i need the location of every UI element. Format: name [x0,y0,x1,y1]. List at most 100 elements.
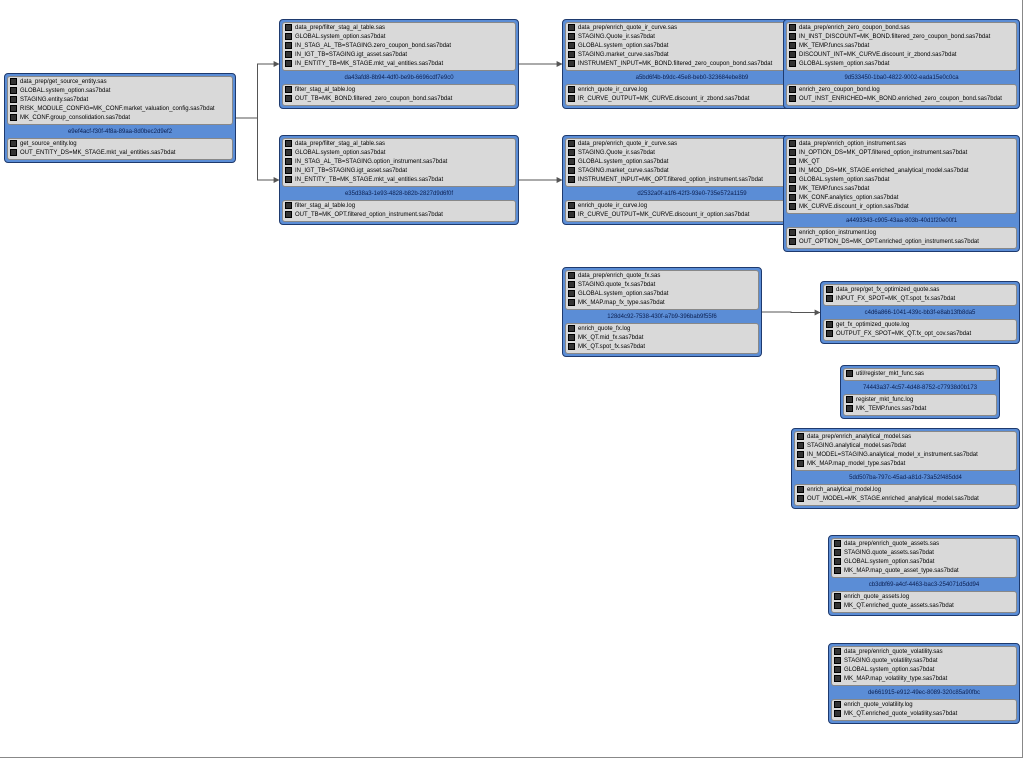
output-row: enrich_quote_volatility.log [834,701,1014,710]
bullet-icon [285,24,292,31]
bullet-icon [10,87,17,94]
pipeline-node[interactable]: data_prep/enrich_quote_volatility.sasSTA… [828,643,1020,724]
node-outputs: enrich_quote_volatility.logMK_QT.enriche… [831,699,1017,721]
bullet-icon [789,86,796,93]
bullet-icon [846,396,853,403]
bullet-icon [846,405,853,412]
pipeline-node[interactable]: data_prep/get_source_entity.sasGLOBAL.sy… [4,73,236,163]
input-row: IN_IGT_TB=STAGING.igt_asset.sas7bdat [285,167,513,176]
bullet-icon [285,149,292,156]
bullet-icon [789,194,796,201]
bullet-icon [834,675,841,682]
node-inputs: data_prep/enrich_analytical_model.sasSTA… [794,431,1017,471]
bullet-icon [834,602,841,609]
pipeline-node[interactable]: data_prep/enrich_analytical_model.sasSTA… [791,428,1020,509]
bullet-icon [789,24,796,31]
input-row: GLOBAL.system_option.sas7bdat [568,290,756,299]
bullet-icon [789,167,796,174]
input-row: MK_CURVE.discount_ir_option.sas7bdat [789,203,1014,212]
bullet-icon [789,176,796,183]
input-row: STAGING.quote_volatility.sas7bdat [834,657,1014,666]
bullet-icon [568,86,575,93]
bullet-icon [789,42,796,49]
input-row: INPUT_FX_SPOT=MK_QT.spot_fx.sas7bdat [826,295,1014,304]
bullet-icon [789,51,796,58]
bullet-icon [789,33,796,40]
input-row: MK_MAP.map_volatility_type.sas7bdat [834,675,1014,684]
bullet-icon [285,60,292,67]
node-inputs: data_prep/enrich_quote_volatility.sasSTA… [831,646,1017,686]
input-row: IN_STAG_AL_TB=STAGING.option_instrument.… [285,158,513,167]
node-outputs: enrich_quote_assets.logMK_QT.enriched_qu… [831,591,1017,613]
input-row: GLOBAL.system_option.sas7bdat [789,60,1014,69]
bullet-icon [797,451,804,458]
input-row: GLOBAL.system_option.sas7bdat [10,87,230,96]
node-inputs: data_prep/enrich_quote_ir_curve.sasSTAGI… [565,138,819,187]
diagram-canvas[interactable]: data_prep/get_source_entity.sasGLOBAL.sy… [0,0,1023,758]
input-row: IN_INST_DISCOUNT=MK_BOND.filtered_zero_c… [789,33,1014,42]
bullet-icon [285,167,292,174]
node-inputs: data_prep/enrich_quote_assets.sasSTAGING… [831,538,1017,578]
pipeline-node[interactable]: data_prep/enrich_option_instrument.sasIN… [783,135,1020,252]
output-row: MK_QT.enriched_quote_assets.sas7bdat [834,602,1014,611]
bullet-icon [834,593,841,600]
input-row: GLOBAL.system_option.sas7bdat [568,158,816,167]
bullet-icon [568,272,575,279]
node-outputs: get_source_entity.logOUT_ENTITY_DS=MK_ST… [7,138,233,160]
pipeline-node[interactable]: data_prep/filter_stag_al_table.sasGLOBAL… [279,19,519,109]
bullet-icon [568,202,575,209]
input-row: data_prep/enrich_analytical_model.sas [797,433,1014,442]
bullet-icon [834,701,841,708]
output-row: MK_TEMP.funcs.sas7bdat [846,405,994,414]
pipeline-node[interactable]: data_prep/enrich_zero_coupon_bond.sasIN_… [783,19,1020,109]
bullet-icon [568,176,575,183]
node-uuid: de661915-e912-49ec-8089-320c85a90fbc [831,688,1017,699]
node-uuid: c4d6a866-1041-439c-bb3f-e8ab13fb8da5 [823,308,1017,319]
bullet-icon [285,51,292,58]
bullet-icon [285,158,292,165]
bullet-icon [285,86,292,93]
output-row: enrich_quote_ir_curve.log [568,86,816,95]
input-row: INSTRUMENT_INPUT=MK_OPT.filtered_option_… [568,176,816,185]
edge [236,118,279,180]
pipeline-node[interactable]: data_prep/enrich_quote_assets.sasSTAGING… [828,535,1020,616]
bullet-icon [846,370,853,377]
input-row: IN_MOD_DS=MK_STAGE.enriched_analytical_m… [789,167,1014,176]
input-row: MK_CONF.analytics_option.sas7bdat [789,194,1014,203]
bullet-icon [10,140,17,147]
pipeline-node[interactable]: util/register_mkt_func.sas74443a37-4c57-… [840,365,1000,419]
input-row: DISCOUNT_INT=MK_CURVE.discount_ir_zbond.… [789,51,1014,60]
bullet-icon [797,486,804,493]
bullet-icon [789,158,796,165]
node-uuid: e35d38a3-1e93-4828-b82b-2827d9d6f0f [282,189,516,200]
bullet-icon [285,95,292,102]
output-row: enrich_analytical_model.log [797,486,1014,495]
input-row: STAGING.analytical_model.sas7bdat [797,442,1014,451]
output-row: OUT_TB=MK_BOND.filtered_zero_coupon_bond… [285,95,513,104]
input-row: INSTRUMENT_INPUT=MK_BOND.filtered_zero_c… [568,60,816,69]
output-row: filter_stag_al_table.log [285,86,513,95]
node-uuid: 128d4c92-7538-430f-a7b9-396bab9f55f6 [565,312,759,323]
input-row: GLOBAL.system_option.sas7bdat [568,42,816,51]
input-row: IN_ENTITY_TB=MK_STAGE.mkt_val_entities.s… [285,176,513,185]
output-row: enrich_quote_assets.log [834,593,1014,602]
edge [762,312,820,313]
bullet-icon [10,149,17,156]
bullet-icon [834,567,841,574]
pipeline-node[interactable]: data_prep/enrich_quote_fx.sasSTAGING.quo… [562,267,762,357]
bullet-icon [568,51,575,58]
bullet-icon [789,95,796,102]
output-row: OUTPUT_FX_SPOT=MK_QT.fx_opt_cov.sas7bdat [826,330,1014,339]
node-outputs: register_mkt_func.logMK_TEMP.funcs.sas7b… [843,394,997,416]
bullet-icon [568,325,575,332]
bullet-icon [568,334,575,341]
input-row: data_prep/filter_stag_al_table.sas [285,140,513,149]
pipeline-node[interactable]: data_prep/filter_stag_al_table.sasGLOBAL… [279,135,519,225]
input-row: IN_ENTITY_TB=MK_STAGE.mkt_val_entities.s… [285,60,513,69]
node-uuid: da43afd8-8b94-4df0-be9b-6696cdf7e9c0 [282,73,516,84]
pipeline-node[interactable]: data_prep/get_fx_optimized_quote.sasINPU… [820,281,1020,344]
node-inputs: data_prep/enrich_quote_ir_curve.sasSTAGI… [565,22,819,71]
bullet-icon [826,321,833,328]
input-row: STAGING.quote_fx.sas7bdat [568,281,756,290]
node-inputs: data_prep/enrich_option_instrument.sasIN… [786,138,1017,214]
